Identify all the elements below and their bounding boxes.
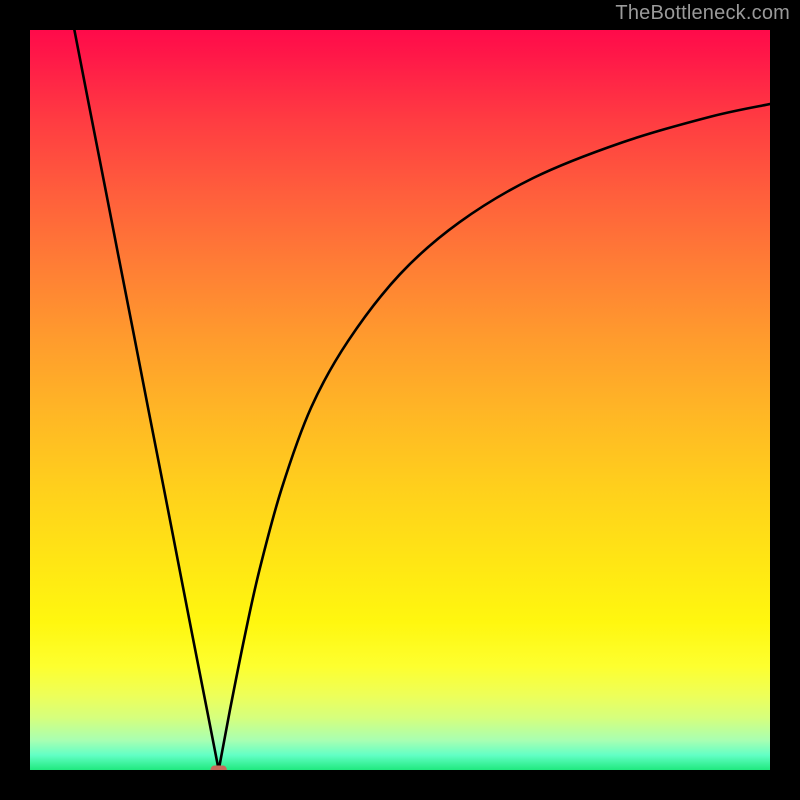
curve-svg xyxy=(30,30,770,770)
chart-frame: TheBottleneck.com xyxy=(0,0,800,800)
watermark-text: TheBottleneck.com xyxy=(615,2,790,25)
plot-area xyxy=(30,30,770,770)
vertex-marker xyxy=(211,766,227,770)
curve-path xyxy=(74,30,770,770)
